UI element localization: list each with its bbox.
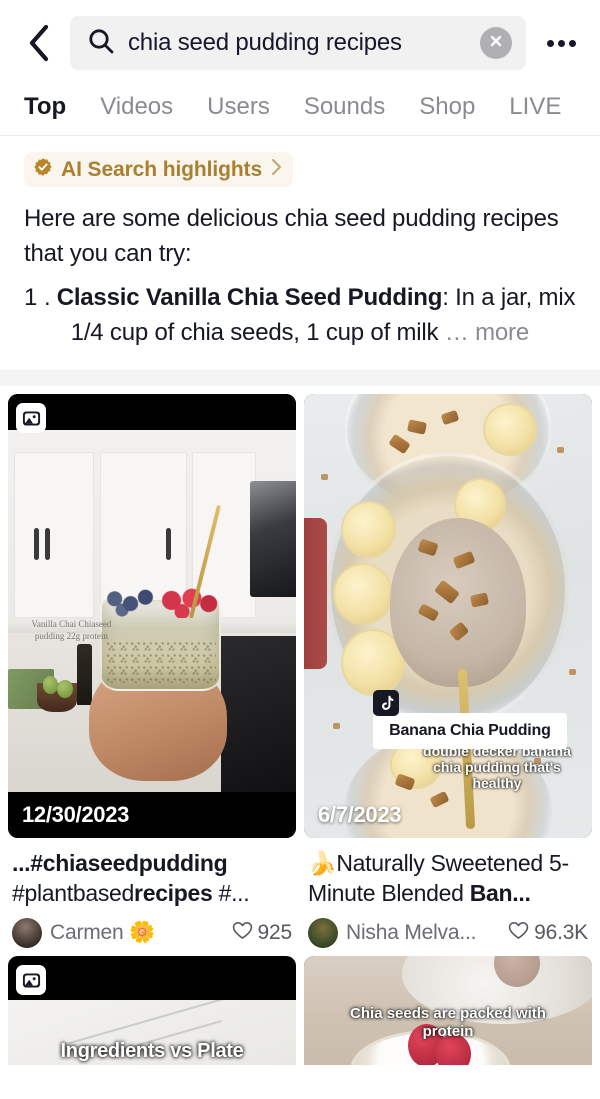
video-overlay-text: Ingredients vs Plate <box>60 1040 244 1062</box>
video-date: 6/7/2023 <box>318 802 402 827</box>
search-tabs: Top Videos Users Sounds Shop LIVE <box>0 84 600 136</box>
author-name[interactable]: Carmen 🌼 <box>50 921 224 945</box>
verified-badge-icon <box>33 157 53 182</box>
tab-top[interactable]: Top <box>24 93 66 130</box>
tab-label: LIVE <box>509 93 562 120</box>
video-overlay-text: Vanilla Chai Chiaseed pudding 22g protei… <box>31 619 112 642</box>
video-overlay-text: Chia seeds are packed with protein <box>350 1005 546 1041</box>
tiktok-note-icon <box>373 689 400 716</box>
section-separator <box>0 370 600 386</box>
more-options-button[interactable] <box>540 21 582 65</box>
author-name[interactable]: Nisha Melva... <box>346 921 500 945</box>
ellipsis-icon <box>546 39 554 47</box>
tabs-divider <box>0 135 600 136</box>
chevron-left-icon <box>27 23 51 63</box>
clear-search-button[interactable] <box>480 27 512 59</box>
tab-users[interactable]: Users <box>207 93 270 130</box>
video-thumbnail[interactable]: Chia seeds are packed with protein <box>304 956 592 1065</box>
card-metadata: 🍌Naturally Sweetened 5-Minute Blended Ba… <box>304 838 592 948</box>
video-sticker-text: Banana Chia Pudding <box>373 713 567 750</box>
like-count: 925 <box>257 921 293 944</box>
video-caption[interactable]: ...#chiaseedpudding #plantbasedrecipes #… <box>12 848 292 908</box>
heart-icon <box>232 921 253 946</box>
list-item-title: Classic Vanilla Chia Seed Pudding <box>56 284 443 311</box>
ai-search-highlights-section: AI Search highlights Here are some delic… <box>0 136 600 370</box>
ellipsis-icon <box>568 39 576 47</box>
result-card[interactable]: Vanilla Chai Chiaseed pudding 22g protei… <box>8 394 296 948</box>
ai-highlights-chip[interactable]: AI Search highlights <box>24 152 294 187</box>
chevron-right-icon <box>270 157 283 182</box>
video-overlay-text: double decker banana chia pudding that's… <box>423 743 571 792</box>
tab-label: Users <box>207 93 270 120</box>
caption-bold: recipes <box>134 880 213 906</box>
result-card[interactable]: double decker banana chia pudding that's… <box>304 394 592 948</box>
like-count-group: 96.3K <box>508 921 588 946</box>
list-item: Classic Vanilla Chia Seed Pudding: In a … <box>57 280 576 350</box>
tab-label: Sounds <box>303 93 386 120</box>
video-thumbnail[interactable]: Vanilla Chai Chiaseed pudding 22g protei… <box>8 394 296 838</box>
video-caption[interactable]: 🍌Naturally Sweetened 5-Minute Blended Ba… <box>308 848 588 908</box>
caption-text: #plantbased <box>12 880 135 906</box>
search-header: chia seed pudding recipes <box>0 0 600 84</box>
tab-label: Videos <box>100 93 174 120</box>
ai-highlights-list: 1 . Classic Vanilla Chia Seed Pudding: I… <box>24 280 576 350</box>
heart-icon <box>508 921 529 946</box>
photo-carousel-icon <box>16 403 46 433</box>
video-thumbnail[interactable]: Ingredients vs Plate <box>8 956 296 1065</box>
back-button[interactable] <box>22 21 56 65</box>
caption-bold: Ban... <box>469 880 531 906</box>
caption-tail: #... <box>212 880 250 906</box>
ai-highlights-intro: Here are some delicious chia seed puddin… <box>24 205 559 267</box>
tab-label: Top <box>24 93 67 120</box>
tab-sounds[interactable]: Sounds <box>304 93 385 130</box>
tab-shop[interactable]: Shop <box>419 93 475 130</box>
avatar[interactable] <box>308 918 338 948</box>
ellipsis-text: … <box>444 319 476 346</box>
search-icon <box>88 28 114 59</box>
search-field[interactable]: chia seed pudding recipes <box>70 16 526 70</box>
like-count: 96.3K <box>534 921 588 944</box>
tab-label: Shop <box>419 93 476 120</box>
result-card[interactable]: Chia seeds are packed with protein <box>304 956 592 1065</box>
list-item-number: 1 . <box>24 284 51 311</box>
thumbnail-image: Vanilla Chai Chiaseed pudding 22g protei… <box>8 394 296 838</box>
close-icon <box>488 33 504 54</box>
video-date: 12/30/2023 <box>22 802 130 827</box>
result-card[interactable]: Ingredients vs Plate <box>8 956 296 1065</box>
thumbnail-image: double decker banana chia pudding that's… <box>304 394 592 838</box>
tab-live[interactable]: LIVE <box>509 93 561 130</box>
photo-carousel-icon <box>16 965 46 995</box>
like-count-group: 925 <box>232 921 292 946</box>
thumbnail-image: Chia seeds are packed with protein <box>304 956 592 1065</box>
ellipsis-icon <box>557 39 565 47</box>
tab-videos[interactable]: Videos <box>100 93 173 130</box>
search-results-grid: Vanilla Chai Chiaseed pudding 22g protei… <box>0 386 600 1065</box>
caption-hashtag: ...#chiaseedpudding <box>12 850 228 876</box>
ai-highlights-label: AI Search highlights <box>61 157 263 181</box>
avatar[interactable] <box>12 918 42 948</box>
card-metadata: ...#chiaseedpudding #plantbasedrecipes #… <box>8 838 296 948</box>
search-input-value[interactable]: chia seed pudding recipes <box>128 29 466 57</box>
more-link[interactable]: more <box>475 319 529 346</box>
video-thumbnail[interactable]: double decker banana chia pudding that's… <box>304 394 592 838</box>
